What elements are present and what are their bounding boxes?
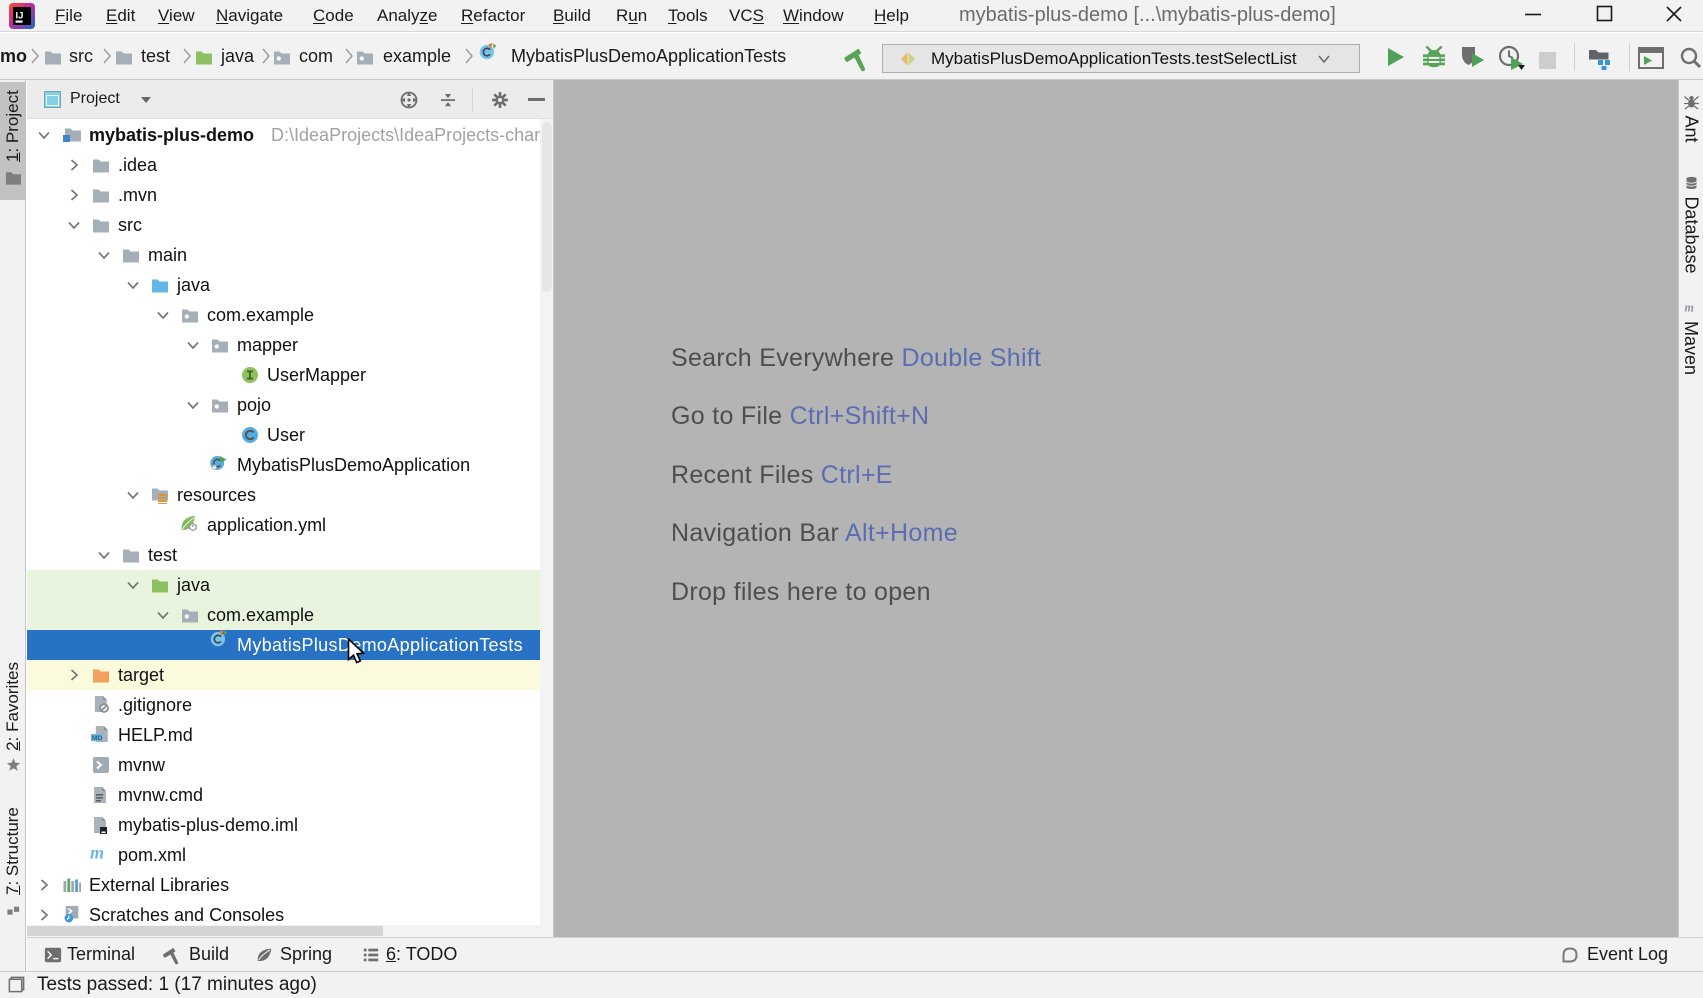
svg-text:IJ: IJ [16, 11, 24, 22]
